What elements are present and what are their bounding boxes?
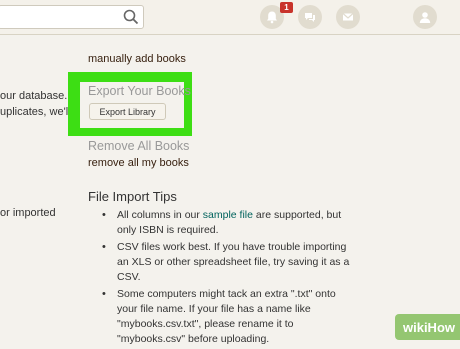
comments-icon[interactable] (298, 5, 322, 29)
notification-count-badge: 1 (280, 2, 293, 13)
list-item: CSV files work best. If you have trouble… (96, 240, 358, 285)
export-heading: Export Your Books (88, 84, 191, 98)
tip-2-text: CSV files work best. If you have trouble… (117, 241, 350, 283)
remove-heading: Remove All Books (88, 139, 190, 153)
search-icon[interactable] (122, 8, 140, 26)
left-text-line-1: our database. If (0, 90, 77, 102)
wikihow-logo-text: wikiHow (402, 319, 455, 335)
mail-icon[interactable] (336, 5, 360, 29)
file-import-tips-heading: File Import Tips (88, 189, 177, 204)
list-item: All columns in our sample file are suppo… (96, 208, 358, 238)
sample-file-link[interactable]: sample file (203, 209, 253, 221)
manually-add-books-link[interactable]: manually add books (88, 53, 186, 65)
export-library-button[interactable]: Export Library (89, 103, 166, 120)
left-text-line-3: or imported (0, 207, 56, 219)
list-item: Some computers might tack an extra ".txt… (96, 287, 358, 347)
tips-list: All columns in our sample file are suppo… (96, 208, 358, 349)
tip-1-pre: All columns in our (117, 209, 203, 221)
remove-all-books-link[interactable]: remove all my books (88, 157, 189, 169)
tip-3-text: Some computers might tack an extra ".txt… (117, 288, 336, 345)
wikihow-logo: wikiHow (395, 314, 460, 340)
profile-avatar-icon[interactable] (413, 5, 437, 29)
left-text-line-2: uplicates, we'll (0, 106, 71, 118)
left-column: our database. If uplicates, we'll or imp… (0, 0, 82, 345)
